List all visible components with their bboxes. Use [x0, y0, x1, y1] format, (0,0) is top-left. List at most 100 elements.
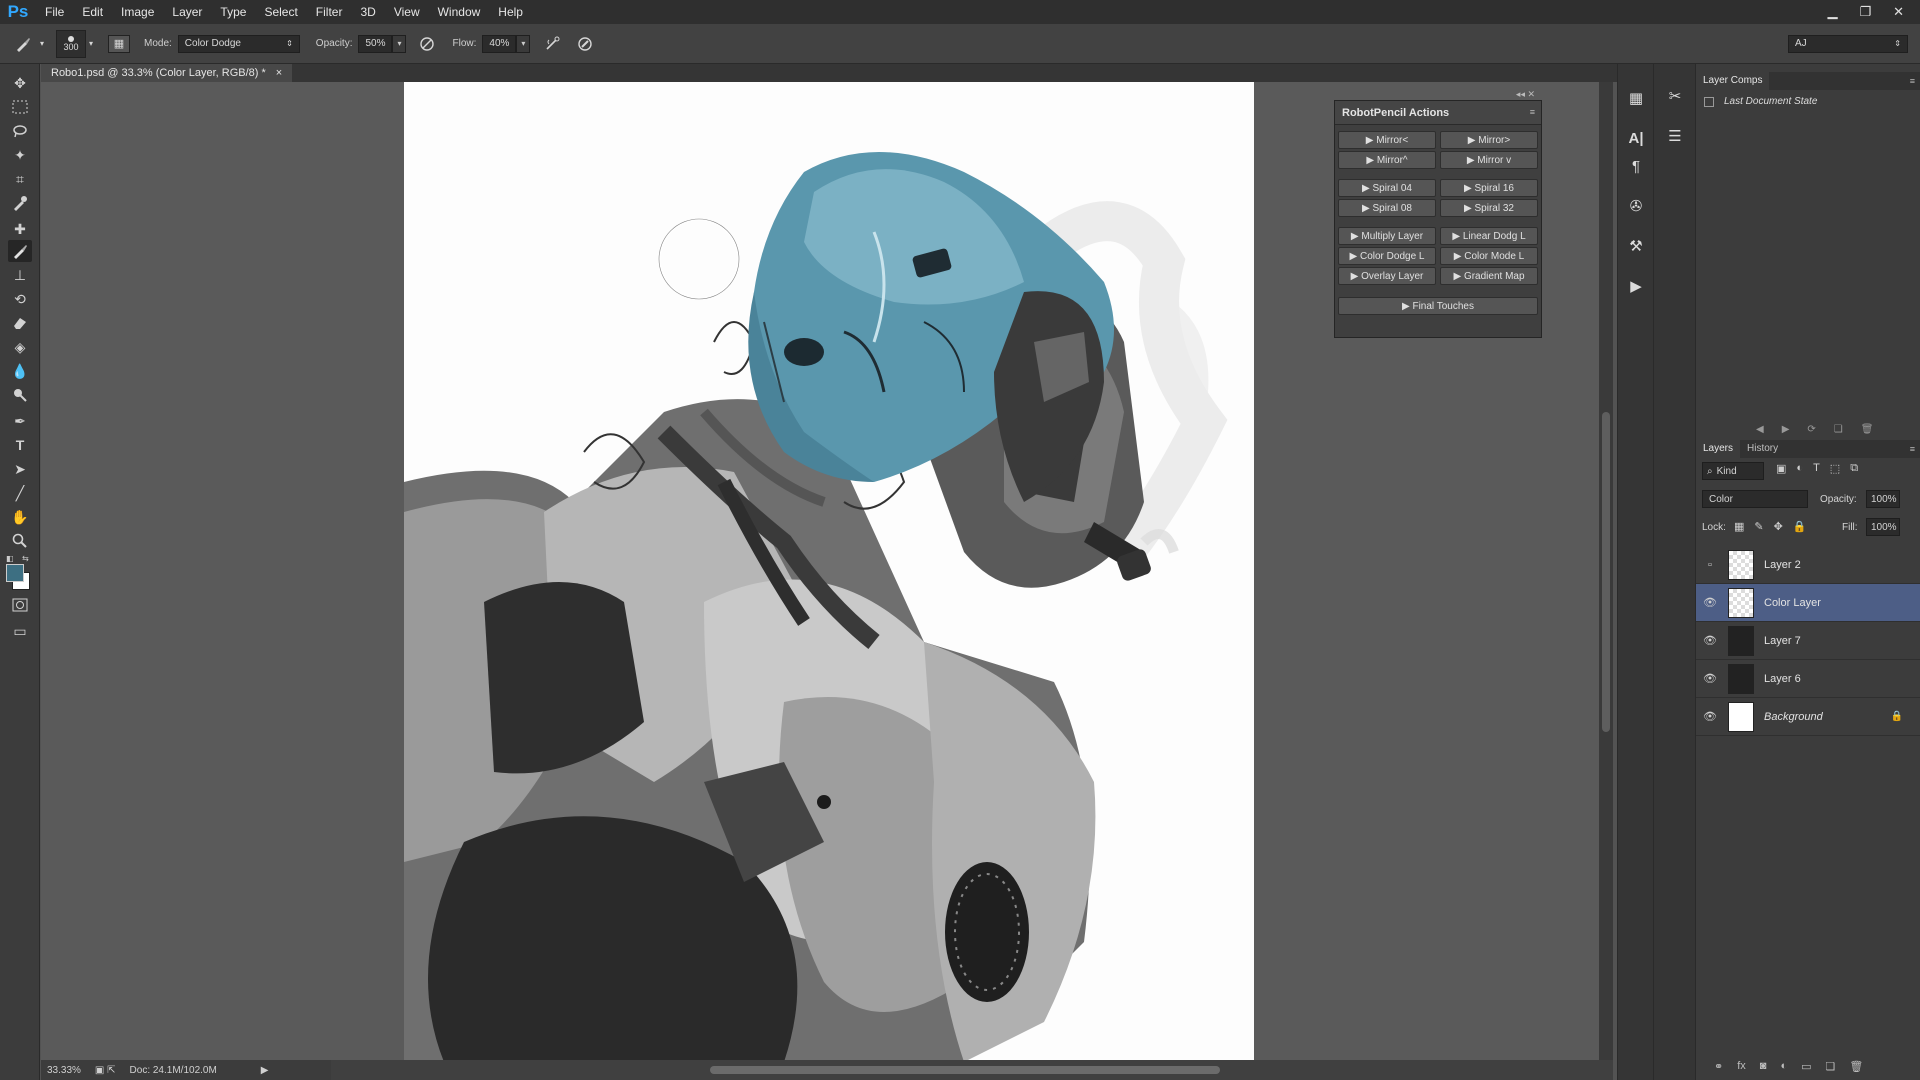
delete-comp-icon[interactable]: 🗑: [1861, 424, 1874, 435]
color-wheel-panel-icon[interactable]: ✇: [1624, 194, 1648, 218]
action-mirror-left[interactable]: ▶ Mirror<: [1338, 131, 1436, 149]
layers-menu-icon[interactable]: ≡: [1910, 444, 1915, 454]
crop-tool-icon[interactable]: ⌗: [8, 168, 32, 190]
new-group-icon[interactable]: ▭: [1801, 1060, 1811, 1073]
layer-row-color-layer[interactable]: 👁 Color Layer: [1696, 584, 1920, 622]
menu-layer[interactable]: Layer: [163, 0, 211, 24]
actions-panel-icon[interactable]: ▶: [1624, 274, 1648, 298]
action-color-mode-layer[interactable]: ▶ Color Mode L: [1440, 247, 1538, 265]
action-multiply-layer[interactable]: ▶ Multiply Layer: [1338, 227, 1436, 245]
menu-3d[interactable]: 3D: [351, 0, 384, 24]
action-spiral-16[interactable]: ▶ Spiral 16: [1440, 179, 1538, 197]
update-comp-icon[interactable]: ⟳: [1807, 424, 1815, 435]
pressure-size-icon[interactable]: [574, 35, 596, 53]
horizontal-scrollbar[interactable]: [330, 1060, 1613, 1080]
layer-comp-row[interactable]: Last Document State: [1704, 96, 1817, 107]
zoom-tool-icon[interactable]: [8, 530, 32, 552]
opacity-input[interactable]: 50%: [358, 34, 393, 53]
menu-select[interactable]: Select: [255, 0, 306, 24]
default-colors-icon[interactable]: ◧: [6, 554, 16, 564]
action-spiral-08[interactable]: ▶ Spiral 08: [1338, 199, 1436, 217]
pressure-opacity-icon[interactable]: [416, 35, 438, 53]
type-tool-icon[interactable]: T: [8, 434, 32, 456]
path-selection-tool-icon[interactable]: ➤: [8, 458, 32, 480]
restore-icon[interactable]: ❐: [1859, 4, 1871, 20]
menu-help[interactable]: Help: [489, 0, 532, 24]
lasso-tool-icon[interactable]: [8, 120, 32, 142]
horizontal-scroll-thumb[interactable]: [710, 1066, 1220, 1074]
filter-type-icon[interactable]: T: [1813, 462, 1820, 475]
filter-adjustment-icon[interactable]: ◐: [1796, 462, 1803, 475]
quick-mask-icon[interactable]: [8, 594, 32, 616]
paint-bucket-tool-icon[interactable]: ◈: [8, 336, 32, 358]
fill-input[interactable]: 100%: [1866, 518, 1900, 536]
layer-blend-mode-select[interactable]: Color: [1702, 490, 1808, 508]
add-mask-icon[interactable]: ◙: [1760, 1060, 1767, 1073]
tool-presets-panel-icon[interactable]: ⚒: [1624, 234, 1648, 258]
magic-wand-tool-icon[interactable]: ✦: [8, 144, 32, 166]
lock-position-icon[interactable]: ✥: [1774, 520, 1783, 533]
foreground-color-swatch[interactable]: [6, 564, 24, 582]
hand-tool-icon[interactable]: ✋: [8, 506, 32, 528]
panel-collapse-close-icon[interactable]: ◂◂ ✕: [1516, 89, 1535, 100]
status-icons[interactable]: ▣ ⇱: [95, 1065, 116, 1076]
menu-file[interactable]: File: [36, 0, 73, 24]
tab-history[interactable]: History: [1740, 440, 1785, 458]
visibility-off-icon[interactable]: ▫: [1696, 559, 1724, 571]
filter-pixel-icon[interactable]: ▣: [1776, 462, 1786, 475]
layer-comps-menu-icon[interactable]: ≡: [1910, 76, 1915, 86]
new-layer-icon[interactable]: ❏: [1826, 1060, 1836, 1073]
action-spiral-04[interactable]: ▶ Spiral 04: [1338, 179, 1436, 197]
status-menu-arrow-icon[interactable]: ▶: [261, 1065, 269, 1076]
next-comp-icon[interactable]: ▶: [1782, 424, 1790, 435]
action-final-touches[interactable]: ▶ Final Touches: [1338, 297, 1538, 315]
layer-row-layer-2[interactable]: ▫ Layer 2: [1696, 546, 1920, 584]
document-canvas[interactable]: [404, 82, 1254, 1062]
opacity-dropdown-icon[interactable]: ▾: [392, 34, 407, 53]
brush-size-picker[interactable]: 300: [56, 29, 86, 58]
prev-comp-icon[interactable]: ◀: [1756, 424, 1764, 435]
eraser-tool-icon[interactable]: [8, 312, 32, 334]
brush-settings-panel-icon[interactable]: ✂: [1663, 84, 1687, 108]
screen-mode-icon[interactable]: ▭: [8, 620, 32, 642]
pen-tool-icon[interactable]: ✒: [8, 410, 32, 432]
visibility-eye-icon[interactable]: 👁: [1696, 596, 1724, 609]
flow-input[interactable]: 40%: [482, 34, 517, 53]
lock-all-icon[interactable]: 🔒: [1793, 520, 1807, 533]
action-spiral-32[interactable]: ▶ Spiral 32: [1440, 199, 1538, 217]
filter-shape-icon[interactable]: ⬚: [1830, 462, 1840, 475]
line-tool-icon[interactable]: ╱: [8, 482, 32, 504]
character-panel-icon[interactable]: A|: [1624, 126, 1648, 150]
lock-transparency-icon[interactable]: ▦: [1734, 520, 1744, 533]
zoom-level[interactable]: 33.33%: [47, 1065, 81, 1076]
blend-mode-select[interactable]: Color Dodge ⇕: [177, 34, 300, 53]
layer-comp-apply-icon[interactable]: [1704, 96, 1714, 107]
menu-view[interactable]: View: [385, 0, 429, 24]
vertical-scroll-thumb[interactable]: [1602, 412, 1610, 732]
action-mirror-right[interactable]: ▶ Mirror>: [1440, 131, 1538, 149]
tab-layer-comps[interactable]: Layer Comps: [1696, 72, 1770, 90]
actions-panel-header[interactable]: RobotPencil Actions ◂◂ ✕ ≡: [1335, 89, 1541, 125]
layer-row-background[interactable]: 👁 Background 🔒: [1696, 698, 1920, 736]
history-brush-tool-icon[interactable]: ⟲: [8, 288, 32, 310]
layer-opacity-input[interactable]: 100%: [1866, 490, 1900, 508]
menu-image[interactable]: Image: [112, 0, 163, 24]
action-mirror-down[interactable]: ▶ Mirror v: [1440, 151, 1538, 169]
dodge-tool-icon[interactable]: [8, 384, 32, 406]
close-tab-icon[interactable]: ×: [276, 64, 282, 82]
vertical-scrollbar[interactable]: [1599, 82, 1613, 1060]
menu-filter[interactable]: Filter: [307, 0, 352, 24]
menu-edit[interactable]: Edit: [73, 0, 112, 24]
layer-style-icon[interactable]: fx: [1737, 1060, 1746, 1073]
filter-smart-object-icon[interactable]: ⧉: [1850, 462, 1858, 475]
action-color-dodge-layer[interactable]: ▶ Color Dodge L: [1338, 247, 1436, 265]
menu-type[interactable]: Type: [211, 0, 255, 24]
lock-pixels-icon[interactable]: ✎: [1754, 520, 1763, 533]
visibility-eye-icon[interactable]: 👁: [1696, 672, 1724, 685]
link-layers-icon[interactable]: ⚭: [1714, 1060, 1723, 1073]
airbrush-icon[interactable]: [542, 35, 564, 53]
eyedropper-tool-icon[interactable]: [8, 192, 32, 214]
layer-row-layer-7[interactable]: 👁 Layer 7: [1696, 622, 1920, 660]
layer-filter-select[interactable]: ⌕ Kind: [1702, 462, 1764, 480]
paragraph-panel-icon[interactable]: ¶: [1624, 154, 1648, 178]
